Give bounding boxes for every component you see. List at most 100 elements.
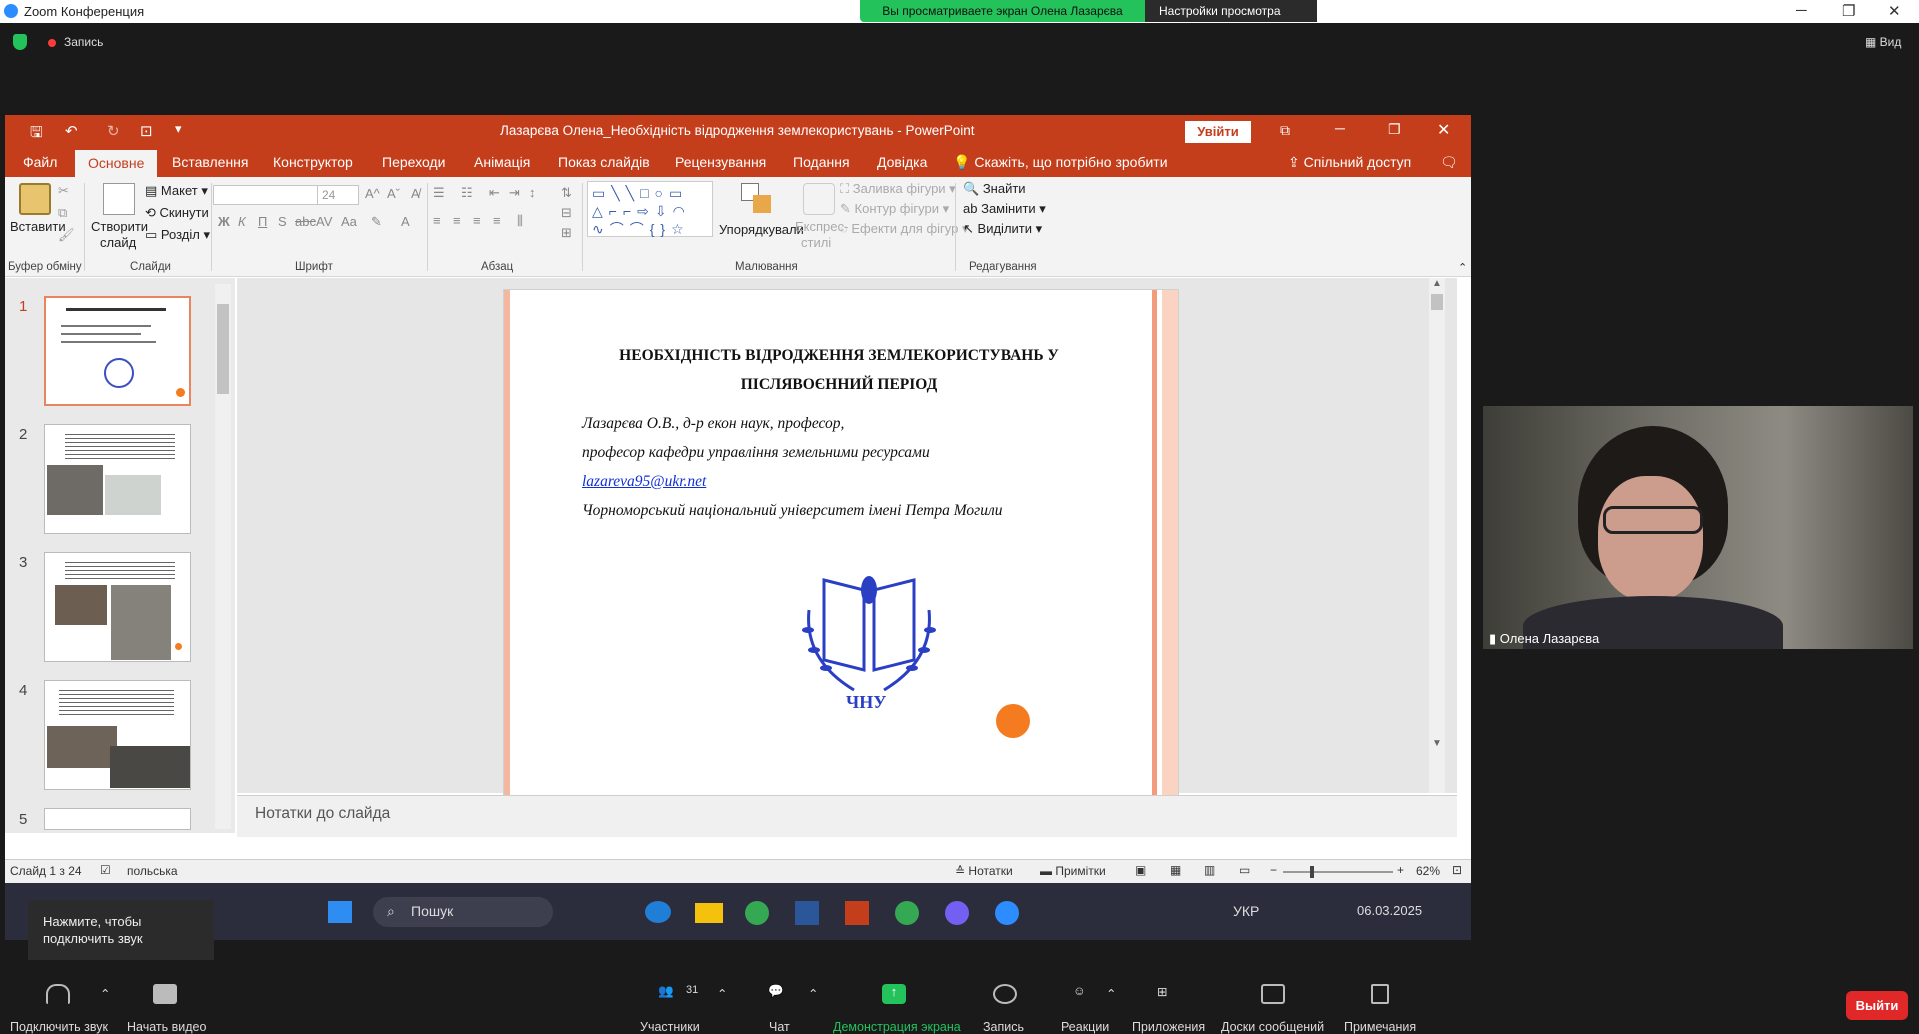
new-slide-button-line2[interactable]: слайд — [100, 235, 136, 250]
slideshow-view-icon[interactable]: ▭ — [1239, 863, 1250, 877]
justify-icon[interactable]: ≡ — [493, 213, 501, 228]
tab-file[interactable]: Файл — [23, 154, 57, 170]
zoom-out-icon[interactable]: − — [1270, 863, 1277, 877]
ppt-minimize-icon[interactable]: ─ — [1335, 120, 1345, 136]
current-slide[interactable]: НЕОБХІДНІСТЬ ВІДРОДЖЕННЯ ЗЕМЛЕКОРИСТУВАН… — [503, 289, 1179, 798]
minimize-icon[interactable]: ─ — [1796, 2, 1807, 19]
chrome-icon[interactable] — [745, 901, 769, 925]
powerpoint-icon[interactable] — [845, 901, 869, 925]
section-button[interactable]: ▭ Розділ ▾ — [145, 227, 210, 243]
tell-me-box[interactable]: 💡 Скажіть, що потрібно зробити — [953, 154, 1168, 171]
login-button[interactable]: Увійти — [1185, 121, 1251, 143]
font-size-box[interactable]: 24 — [317, 185, 359, 205]
record-label[interactable]: Запись — [64, 35, 103, 49]
share-button[interactable]: ⇪ Спільний доступ — [1288, 154, 1411, 171]
save-icon[interactable]: 🖫 — [30, 122, 43, 147]
taskbar-date[interactable]: 06.03.2025 — [1357, 903, 1422, 918]
align-text-icon[interactable]: ⊟ — [561, 205, 572, 221]
shrink-font-icon[interactable]: Aˇ — [387, 186, 400, 201]
scroll-thumb[interactable] — [217, 304, 229, 394]
reactions-button[interactable]: Реакции — [1061, 1020, 1109, 1034]
language-label[interactable]: польська — [127, 864, 178, 878]
close-icon[interactable]: ✕ — [1888, 2, 1901, 20]
underline-icon[interactable]: П — [258, 214, 267, 229]
shadow-icon[interactable]: S — [278, 214, 287, 229]
headphones-icon[interactable] — [46, 984, 70, 1004]
slide-thumb-3[interactable] — [44, 552, 191, 662]
select-button[interactable]: ↖ Виділити ▾ — [963, 221, 1042, 237]
arrange-icon[interactable] — [741, 183, 773, 215]
maximize-icon[interactable]: ❐ — [1842, 2, 1855, 20]
participants-caret-icon[interactable]: ⌃ — [717, 986, 727, 1001]
tab-design[interactable]: Конструктор — [273, 154, 353, 170]
smartart-icon[interactable]: ⊞ — [561, 225, 572, 241]
line-spacing-icon[interactable]: ↕ — [529, 185, 536, 200]
grow-font-icon[interactable]: A^ — [365, 186, 380, 201]
chat-button[interactable]: Чат — [769, 1020, 790, 1034]
whiteboards-button[interactable]: Доски сообщений — [1221, 1020, 1324, 1034]
record-icon[interactable] — [993, 984, 1017, 1004]
strike-icon[interactable]: abc — [295, 214, 316, 229]
ppt-maximize-icon[interactable]: ❐ — [1388, 121, 1401, 138]
presentation-icon[interactable]: ⊡ — [140, 122, 153, 140]
participants-button[interactable]: Участники — [640, 1020, 700, 1034]
scroll-thumb[interactable] — [1431, 294, 1443, 310]
change-case-icon[interactable]: Aa — [341, 214, 357, 229]
share-screen-icon[interactable]: ↑ — [882, 984, 906, 1004]
spacing-icon[interactable]: AV — [316, 214, 332, 229]
align-left-icon[interactable]: ≡ — [433, 213, 441, 228]
quick-styles-line2[interactable]: стилі — [801, 235, 831, 250]
find-button[interactable]: 🔍 Знайти — [963, 181, 1026, 197]
tab-animations[interactable]: Анімація — [474, 154, 530, 170]
align-right-icon[interactable]: ≡ — [473, 213, 481, 228]
comments-toggle[interactable]: ▬ Примітки — [1040, 864, 1106, 878]
numbering-icon[interactable]: ☷ — [461, 185, 473, 201]
columns-icon[interactable]: ⫼ — [517, 213, 523, 229]
windows-start-icon[interactable] — [328, 901, 352, 923]
leave-button[interactable]: Выйти — [1846, 991, 1908, 1020]
font-color-icon[interactable]: A — [401, 214, 410, 229]
apps-icon[interactable]: ⊞ — [1157, 984, 1181, 1004]
participants-icon[interactable]: 👥 — [658, 984, 682, 1004]
start-video-button[interactable]: Начать видео — [127, 1020, 206, 1034]
new-slide-button-line1[interactable]: Створити — [91, 219, 148, 234]
tab-slideshow[interactable]: Показ слайдів — [558, 154, 650, 170]
ppt-close-icon[interactable]: ✕ — [1437, 120, 1450, 140]
taskbar-lang[interactable]: УКР — [1233, 903, 1259, 919]
slide-thumb-4[interactable] — [44, 680, 191, 790]
paste-icon[interactable] — [19, 183, 51, 215]
indent-icon[interactable]: ⇤ — [489, 185, 500, 201]
shield-icon[interactable] — [13, 34, 27, 50]
view-settings-button[interactable]: Настройки просмотра ⌄ — [1145, 0, 1317, 40]
bold-icon[interactable]: Ж — [218, 214, 230, 229]
chrome-icon[interactable] — [895, 901, 919, 925]
clear-format-icon[interactable]: A̸ — [411, 186, 420, 201]
undo-icon[interactable]: ↶ — [65, 122, 78, 140]
slide-email-link[interactable]: lazareva95@ukr.net — [582, 467, 1002, 496]
align-center-icon[interactable]: ≡ — [453, 213, 461, 228]
collapse-ribbon-icon[interactable]: ⌃ — [1458, 261, 1467, 274]
tab-help[interactable]: Довідка — [877, 154, 927, 170]
whiteboard-icon[interactable] — [1261, 984, 1285, 1004]
shapes-gallery[interactable]: ▭╲╲□○▭ △⌐⌐⇨⇩◠ ∿⌒⌒{}☆ — [587, 181, 713, 237]
record-button[interactable]: Запись — [983, 1020, 1024, 1034]
customize-qat-icon[interactable]: ▾ — [175, 121, 182, 137]
chat-icon[interactable]: 💬 — [768, 984, 792, 1004]
participant-video[interactable] — [1483, 406, 1913, 649]
tab-insert[interactable]: Вставлення — [172, 154, 249, 170]
new-slide-icon[interactable] — [103, 183, 135, 215]
chat-caret-icon[interactable]: ⌃ — [808, 986, 818, 1001]
notes-icon[interactable] — [1371, 984, 1389, 1004]
notes-toggle[interactable]: ≙ Нотатки — [955, 864, 1013, 878]
join-audio-button[interactable]: Подключить звук — [10, 1020, 108, 1034]
reset-button[interactable]: ⟲ Скинути — [145, 205, 209, 221]
slide-thumb-2[interactable] — [44, 424, 191, 534]
text-direction-icon[interactable]: ⇅ — [561, 185, 572, 201]
tab-review[interactable]: Рецензування — [675, 154, 766, 170]
zoom-app-icon[interactable] — [995, 901, 1019, 925]
tab-home[interactable]: Основне — [75, 150, 158, 177]
share-screen-button[interactable]: Демонстрация экрана — [833, 1020, 961, 1034]
comments-icon[interactable]: 🗨 — [1440, 154, 1458, 171]
layout-button[interactable]: ▤ Макет ▾ — [145, 183, 208, 199]
bullets-icon[interactable]: ☰ — [433, 185, 445, 201]
